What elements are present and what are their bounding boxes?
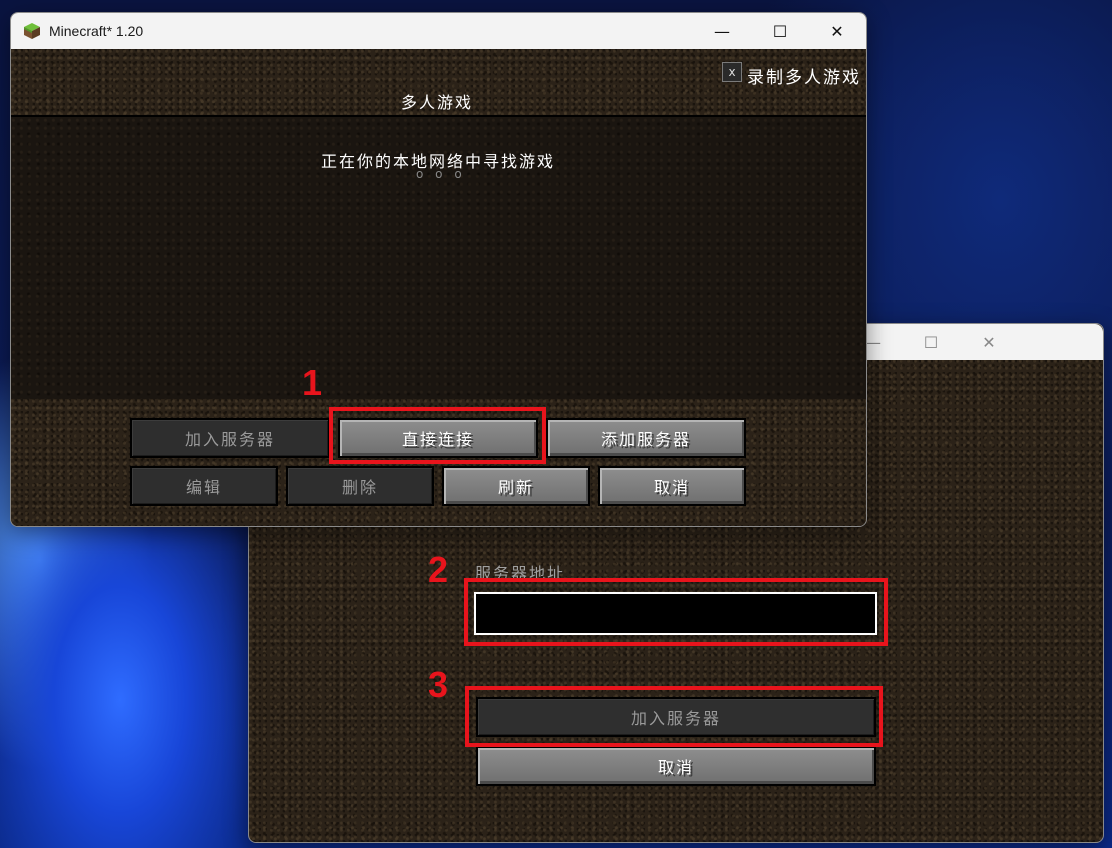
add-server-button[interactable]: 添加服务器: [546, 418, 746, 458]
titlebar: Minecraft* 1.20 — ☐ ✕: [11, 13, 866, 49]
step-1-highlight: [329, 407, 546, 464]
cancel-button[interactable]: 取消: [598, 466, 746, 506]
delete-button[interactable]: 删除: [286, 466, 434, 506]
checkbox-mark: x: [728, 65, 736, 79]
titlebar: — ☐ ✕: [864, 324, 1103, 360]
record-multiplayer-label: 录制多人游戏: [747, 68, 861, 88]
refresh-button[interactable]: 刷新: [442, 466, 590, 506]
minecraft-grass-block-icon: [23, 22, 41, 40]
record-multiplayer-checkbox[interactable]: x: [722, 62, 742, 82]
server-list-panel[interactable]: 正在你的本地网络中寻找游戏 o o o: [11, 115, 866, 401]
step-1-label: 1: [302, 362, 323, 403]
cancel-button[interactable]: 取消: [476, 746, 876, 786]
maximize-button[interactable]: ☐: [902, 324, 960, 360]
close-button[interactable]: ✕: [960, 324, 1018, 360]
edit-button[interactable]: 编辑: [130, 466, 278, 506]
page-title: 多人游戏: [401, 93, 474, 112]
maximize-button[interactable]: ☐: [751, 13, 809, 49]
step-2-highlight: [464, 578, 888, 646]
step-3-highlight: [465, 686, 883, 747]
window-title: Minecraft* 1.20: [49, 23, 144, 39]
lan-search-dots: o o o: [416, 167, 466, 181]
close-button[interactable]: ✕: [808, 13, 866, 49]
minimize-button[interactable]: —: [693, 13, 751, 49]
step-2-label: 2: [428, 549, 449, 590]
step-3-label: 3: [428, 664, 449, 705]
join-server-button[interactable]: 加入服务器: [130, 418, 330, 458]
